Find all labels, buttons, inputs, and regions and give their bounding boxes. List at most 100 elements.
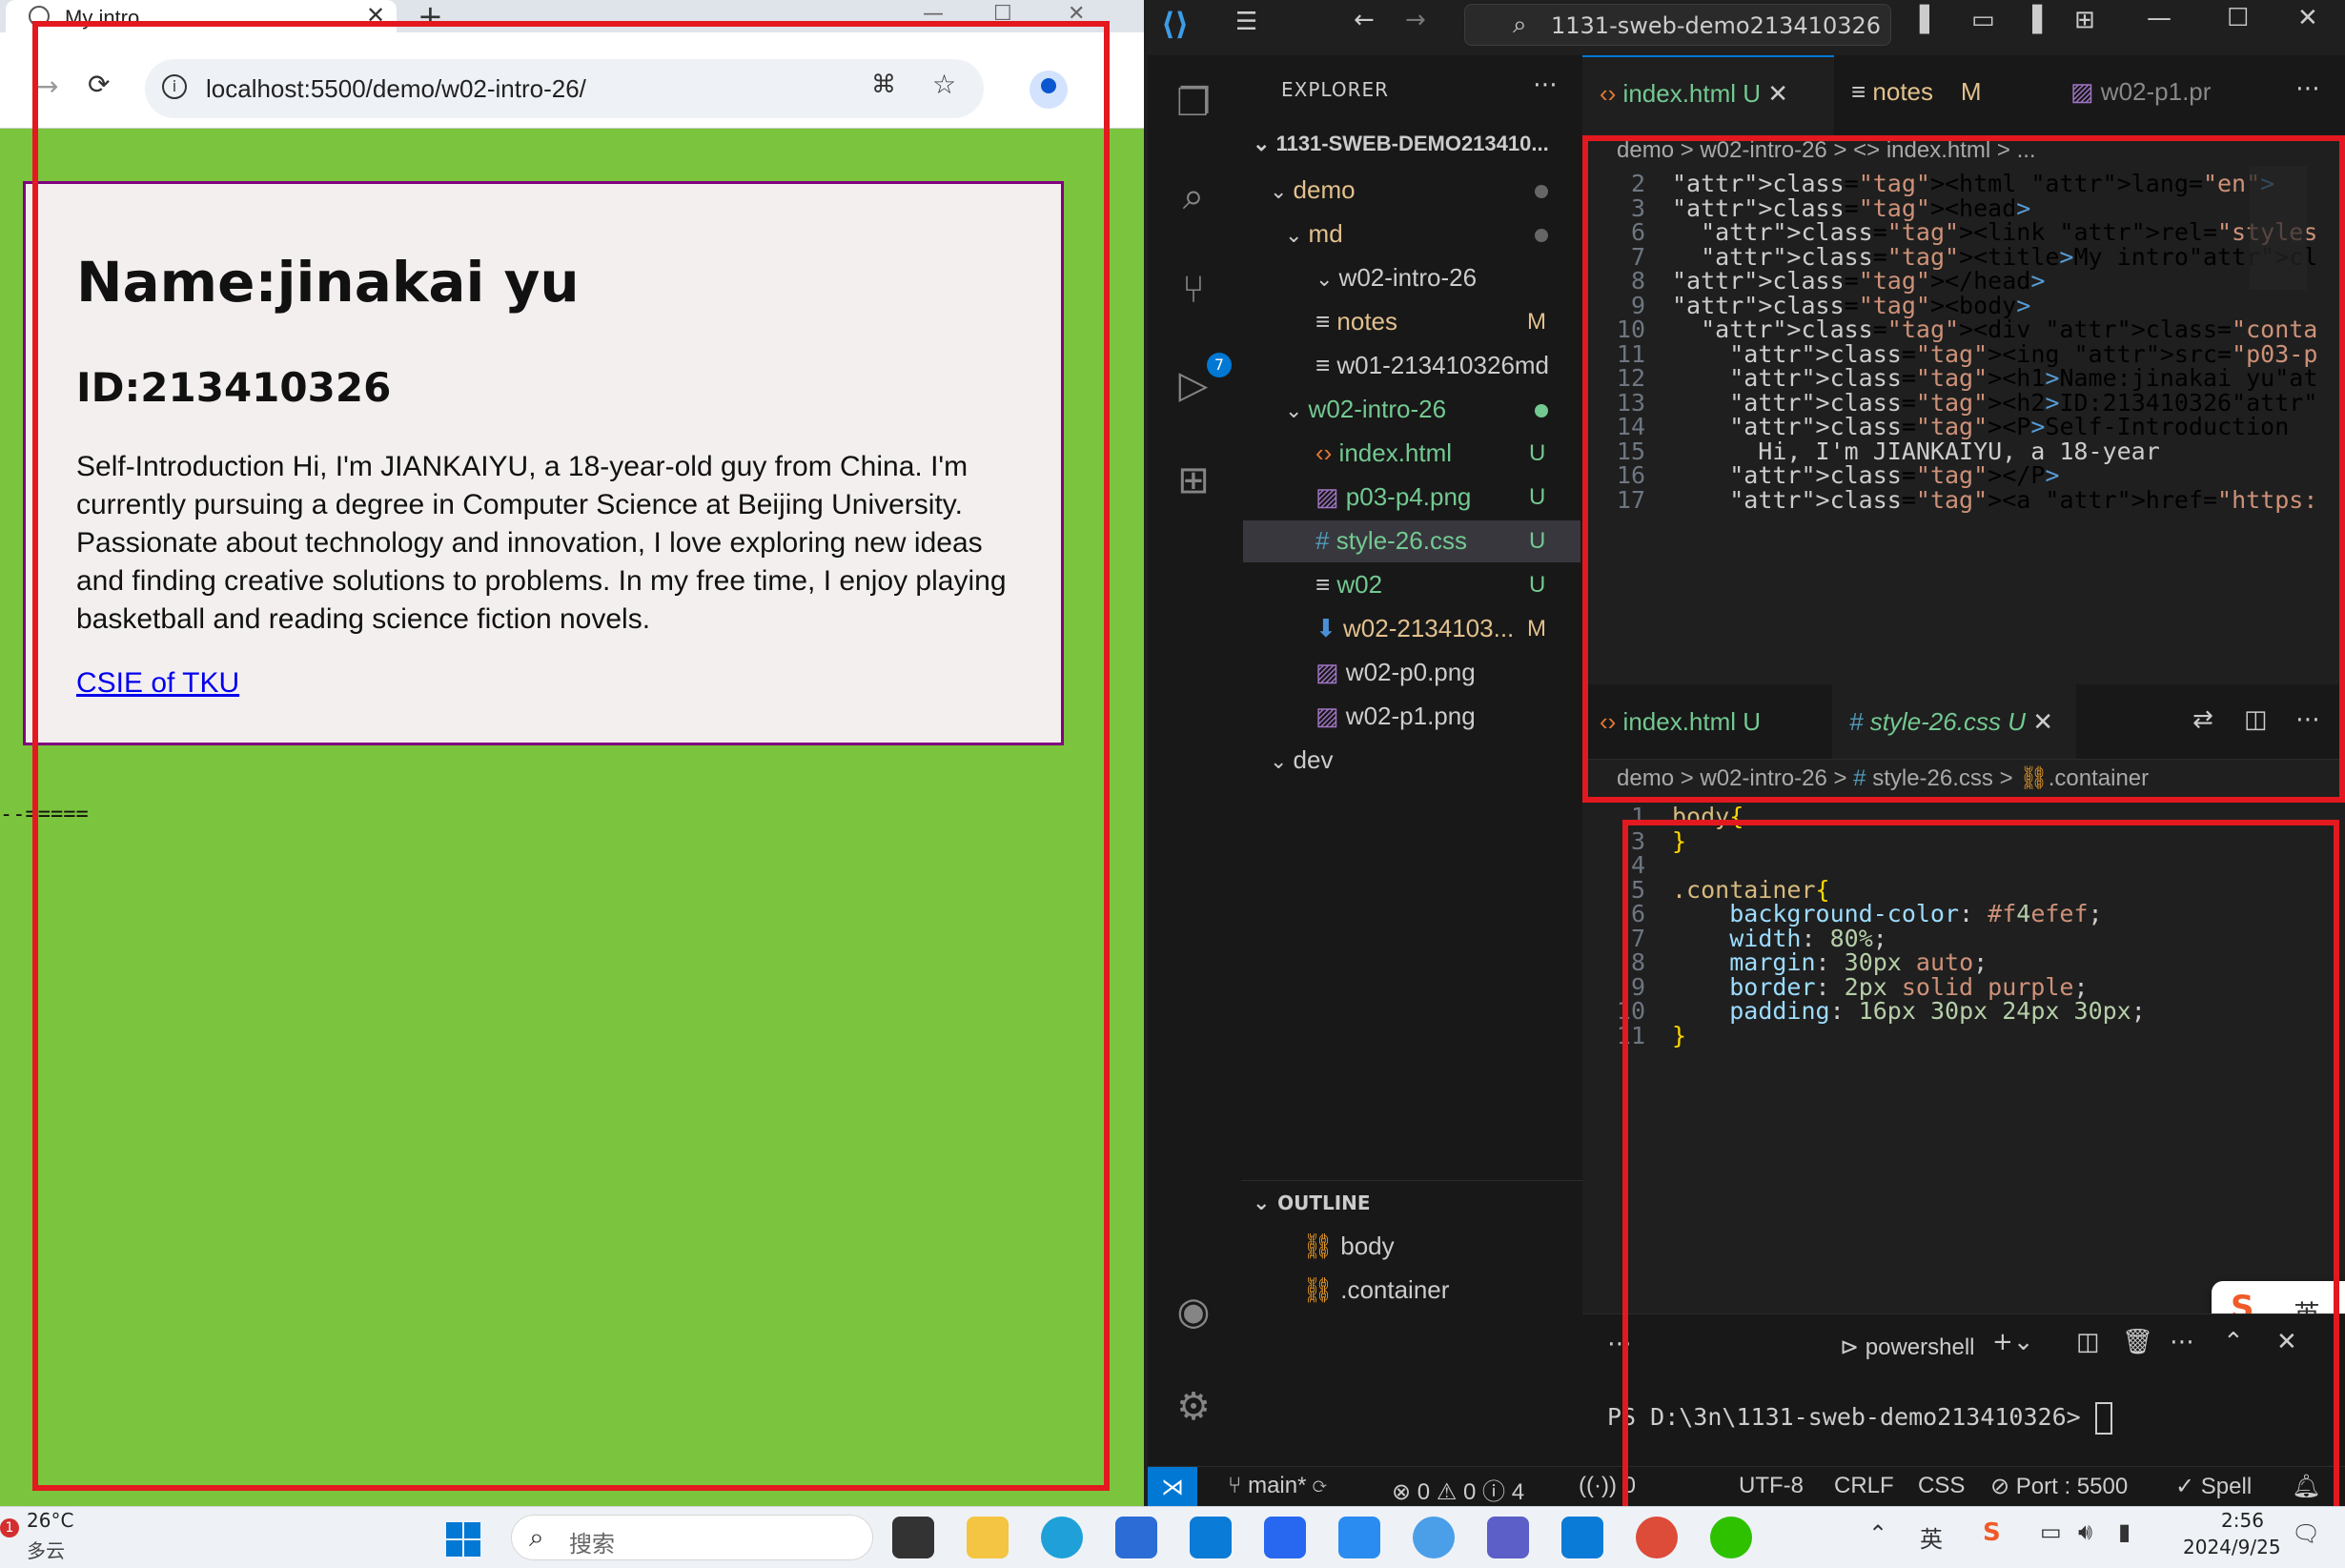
profile-avatar-icon[interactable] xyxy=(1030,71,1068,109)
sogou-tray-icon[interactable]: S xyxy=(1983,1518,2001,1547)
show-hidden-icons[interactable]: ⌃ xyxy=(1868,1520,1887,1547)
notifications-bell-icon[interactable]: 🔔︎ xyxy=(2292,1473,2320,1500)
eol-status[interactable]: CRLF xyxy=(1834,1473,1894,1499)
tree-item-w02-p0[interactable]: ▨ w02-p0.png xyxy=(1315,658,1476,687)
chrome-icon[interactable] xyxy=(1636,1517,1678,1558)
app-icon[interactable] xyxy=(1190,1517,1232,1558)
code-line[interactable]: 6 background-color: #f4efef; xyxy=(1582,900,2316,927)
network-icon[interactable]: ▭ xyxy=(2040,1518,2062,1545)
more-actions-icon[interactable]: ⋯ xyxy=(2170,1328,2194,1356)
code-line[interactable]: 9 border: 2px solid purple; xyxy=(1582,973,2316,1001)
code-line[interactable]: 16 "attr">class="tag"></P> xyxy=(1582,461,2316,489)
breadcrumb-part[interactable]: style-26.css xyxy=(1872,765,1993,791)
code-line[interactable]: 7 width: 80%; xyxy=(1582,925,2316,952)
weather-desc[interactable]: 多云 xyxy=(27,1536,65,1563)
encoding-status[interactable]: UTF-8 xyxy=(1739,1473,1804,1499)
close-icon[interactable]: ✕ xyxy=(2297,4,2318,32)
forward-nav-icon[interactable]: → xyxy=(1405,6,1426,34)
explorer-root[interactable]: ⌄ 1131-SWEB-DEMO213410... xyxy=(1253,132,1549,156)
tree-item-demo[interactable]: ⌄ demo xyxy=(1270,175,1356,205)
breadcrumb-part[interactable]: w02-intro-26 xyxy=(1700,765,1826,791)
code-line[interactable]: 13 "attr">class="tag"><h2>ID:213410326"a… xyxy=(1582,389,2316,417)
open-changes-icon[interactable]: ⇄ xyxy=(2192,705,2213,734)
language-status[interactable]: CSS xyxy=(1918,1473,1965,1499)
outline-item-body[interactable]: ⛓ body xyxy=(1302,1232,1395,1261)
store-icon[interactable] xyxy=(1115,1517,1157,1558)
customize-layout-icon[interactable]: ⊞ xyxy=(2074,6,2095,34)
file-explorer-icon[interactable] xyxy=(967,1517,1009,1558)
spell-status[interactable]: ✓ Spell xyxy=(2175,1473,2252,1500)
edge-icon[interactable] xyxy=(1041,1517,1083,1558)
outline-item-container[interactable]: ⛓ .container xyxy=(1302,1275,1449,1305)
teams-icon[interactable] xyxy=(1487,1517,1529,1558)
tab-notes[interactable]: ≡ notes M xyxy=(1834,55,2053,139)
tree-item-dev[interactable]: ⌄ dev xyxy=(1270,745,1333,775)
problems-status[interactable]: ⊗ 0 ⚠ 0 ⓘ 4 xyxy=(1392,1473,1524,1506)
menu-icon[interactable]: ☰ xyxy=(1235,8,1257,36)
toggle-sidebar-icon[interactable]: ▌ xyxy=(1920,6,1939,34)
tray-input-lang[interactable]: 英 xyxy=(1920,1520,1943,1554)
accounts-icon[interactable]: ◉ xyxy=(1167,1285,1220,1338)
wechat-icon[interactable] xyxy=(1710,1517,1752,1558)
browser-tab[interactable]: My intro ✕ xyxy=(6,0,397,32)
k-app-icon[interactable] xyxy=(1413,1517,1455,1558)
tree-item-w02-213410[interactable]: ⬇ w02-2134103... xyxy=(1315,614,1514,643)
toggle-panel-icon[interactable]: ▭ xyxy=(1971,6,1995,34)
tree-item-style-css[interactable]: # style-26.css xyxy=(1315,526,1467,556)
code-line[interactable]: 6 "attr">class="tag"><link "attr">rel="s… xyxy=(1582,218,2316,246)
clock-date[interactable]: 2024/9/25 xyxy=(2183,1536,2281,1558)
close-tab-icon[interactable]: ✕ xyxy=(1767,79,1788,108)
code-line[interactable]: 4 xyxy=(1582,851,2316,879)
bag-app-icon[interactable] xyxy=(1338,1517,1380,1558)
reload-icon[interactable]: ⟳ xyxy=(88,69,110,100)
trash-icon[interactable]: 🗑︎ xyxy=(2122,1328,2153,1356)
git-branch[interactable]: ⑂ main* ⟳ xyxy=(1228,1473,1327,1499)
tree-item-w02[interactable]: ≡ w02 xyxy=(1315,570,1382,600)
tab-style-css[interactable]: # style-26.css U ✕ xyxy=(1832,684,2076,759)
live-server-status[interactable]: ⊘ Port : 5500 xyxy=(1990,1473,2128,1500)
top-breadcrumb[interactable]: demo > w02-intro-26 > <> index.html > ..… xyxy=(1617,137,2036,164)
split-editor-icon[interactable]: ◫ xyxy=(2244,705,2268,734)
code-line[interactable]: 11 "attr">class="tag"><ing "attr">src="p… xyxy=(1582,340,2316,368)
split-terminal-icon[interactable]: ◫ xyxy=(2076,1328,2100,1356)
new-terminal-icon[interactable]: +⌄ xyxy=(1992,1328,2034,1356)
more-actions-icon[interactable]: ⋯ xyxy=(2295,705,2320,734)
battery-icon[interactable]: ▮ xyxy=(2118,1518,2131,1545)
tree-item-w02-p1[interactable]: ▨ w02-p1.png xyxy=(1315,702,1476,731)
breadcrumb-part[interactable]: .container xyxy=(2049,765,2149,791)
url-text[interactable]: localhost:5500/demo/w02-intro-26/ xyxy=(206,74,586,104)
translate-icon[interactable]: ⌘ xyxy=(871,71,896,99)
extensions-icon[interactable]: ⊞ xyxy=(1167,454,1220,507)
close-tab-icon[interactable]: ✕ xyxy=(2032,707,2053,736)
notification-center-icon[interactable]: 🗨︎ xyxy=(2292,1520,2320,1547)
more-actions-icon[interactable]: ⋯ xyxy=(2295,74,2320,103)
code-line[interactable]: 14 "attr">class="tag"><P>Self-Introducti… xyxy=(1582,413,2316,440)
tree-item-w02-intro-26[interactable]: ⌄ w02-intro-26 xyxy=(1285,395,1446,424)
new-tab-icon[interactable]: + xyxy=(418,0,443,34)
bottom-breadcrumb[interactable]: demo > w02-intro-26 > # style-26.css > ⛓… xyxy=(1617,764,2149,792)
csie-link[interactable]: CSIE of TKU xyxy=(76,667,239,700)
vscode-taskbar-icon[interactable] xyxy=(1561,1517,1603,1558)
weather-temp[interactable]: 26°C xyxy=(27,1509,73,1532)
css-code-editor[interactable]: 1 body{3} 4 5 .container{6 background-color:… xyxy=(1582,803,2316,1251)
site-info-icon[interactable]: i xyxy=(162,74,187,99)
forward-icon[interactable]: → xyxy=(36,71,58,102)
tab-index-html[interactable]: ‹› index.html U ✕ xyxy=(1582,55,1834,139)
code-line[interactable]: 15 Hi, I'm JIANKAIYU, a 18-year xyxy=(1582,438,2316,465)
back-icon[interactable]: ← xyxy=(1354,6,1375,34)
code-line[interactable]: 5 .container{ xyxy=(1582,876,2316,904)
tab-w02-p1[interactable]: ▨ w02-p1.pr xyxy=(2053,55,2263,139)
code-line[interactable]: 2 "attr">class="tag"><html "attr">lang="e… xyxy=(1582,170,2316,197)
run-debug-icon[interactable]: ▷ xyxy=(1167,358,1220,412)
command-center[interactable]: ⌕ 1131-sweb-demo213410326 xyxy=(1464,4,1891,46)
tree-item-index-html[interactable]: ‹› index.html xyxy=(1315,438,1452,468)
code-line[interactable]: 17 "attr">class="tag"><a "attr">href="ht… xyxy=(1582,486,2316,514)
volume-icon[interactable]: 🔊︎ xyxy=(2078,1518,2092,1545)
remote-indicator-icon[interactable]: ⋊ xyxy=(1148,1467,1197,1506)
breadcrumb-part[interactable]: demo xyxy=(1617,765,1674,791)
taskbar-search[interactable]: ⌕ 搜索 xyxy=(511,1515,873,1560)
code-line[interactable]: 9 "attr">class="tag"><body> xyxy=(1582,292,2316,319)
task-view-icon[interactable] xyxy=(892,1517,934,1558)
tab-index-html-2[interactable]: ‹› index.html U xyxy=(1582,684,1832,759)
code-line[interactable]: 10 "attr">class="tag"><div "attr">class=… xyxy=(1582,316,2316,343)
